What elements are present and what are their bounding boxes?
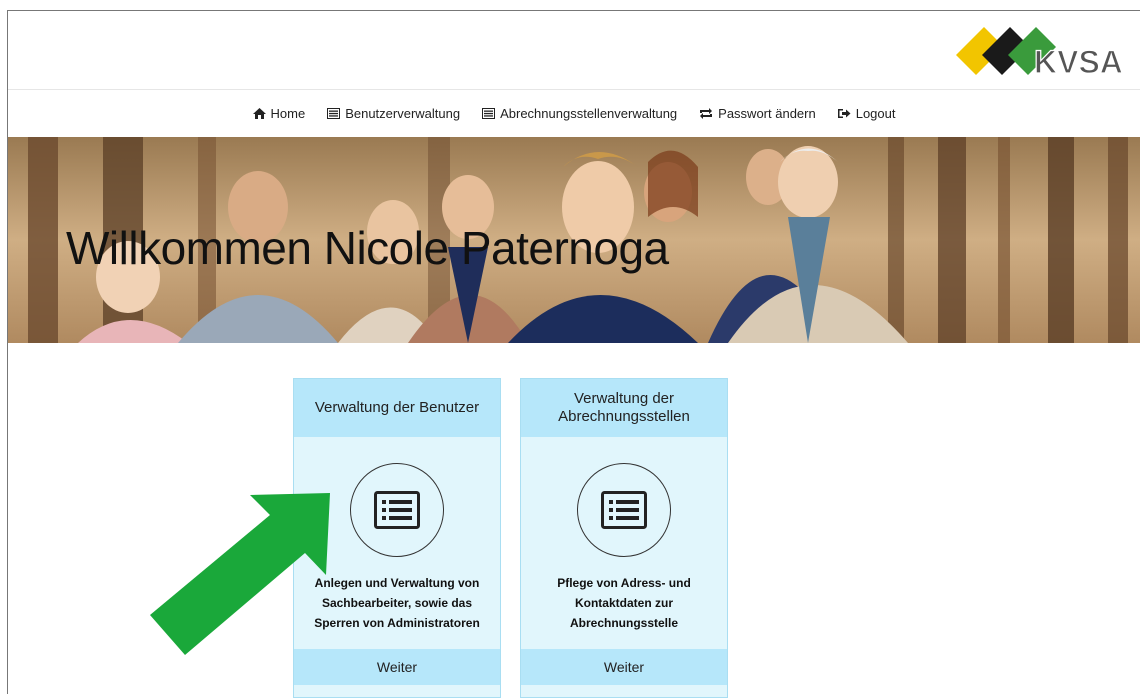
main-nav: Home Benutzerverwaltung Abrechnungsstell… bbox=[8, 89, 1140, 137]
green-arrow-icon bbox=[150, 493, 330, 655]
nav-benutzerverwaltung[interactable]: Benutzerverwaltung bbox=[327, 106, 460, 121]
header: KVSA bbox=[8, 11, 1140, 90]
card-abrechnungsstellen: Verwaltung der Abrechnungsstellen Pflege… bbox=[520, 378, 728, 698]
card-abrechnungsstellen-description: Pflege von Adress- und Kontaktdaten zur … bbox=[557, 576, 691, 630]
list-icon bbox=[482, 107, 496, 119]
nav-logout-label: Logout bbox=[855, 105, 896, 121]
card-benutzer-icon-circle[interactable] bbox=[350, 463, 444, 557]
card-abrechnungsstellen-weiter-button[interactable]: Weiter bbox=[521, 649, 727, 685]
nav-benutzerverwaltung-label: Benutzerverwaltung bbox=[345, 105, 461, 121]
card-abrechnungsstellen-title: Verwaltung der Abrechnungsstellen bbox=[521, 379, 727, 437]
nav-passwort-label: Passwort ändern bbox=[718, 105, 816, 121]
retweet-icon bbox=[700, 107, 713, 119]
kvsa-logo[interactable]: KVSA bbox=[954, 25, 1124, 81]
hero-banner: Willkommen Nicole Paternoga bbox=[8, 137, 1140, 343]
home-icon bbox=[252, 107, 266, 119]
list-icon bbox=[327, 107, 341, 119]
nav-abrechnungsstellenverwaltung[interactable]: Abrechnungsstellenverwaltung bbox=[482, 106, 677, 121]
nav-passwort-aendern[interactable]: Passwort ändern bbox=[699, 106, 816, 121]
nav-home[interactable]: Home bbox=[252, 105, 306, 121]
list-alt-icon bbox=[374, 491, 420, 529]
list-alt-icon bbox=[601, 491, 647, 529]
nav-home-label: Home bbox=[270, 105, 306, 121]
nav-logout[interactable]: Logout bbox=[837, 105, 896, 121]
card-benutzer-title: Verwaltung der Benutzer bbox=[294, 379, 500, 437]
welcome-title: Willkommen Nicole Paternoga bbox=[66, 222, 669, 274]
card-abrechnungsstellen-icon-circle[interactable] bbox=[577, 463, 671, 557]
nav-abrechnungsstellenverwaltung-label: Abrechnungsstellenverwaltung bbox=[500, 105, 678, 121]
svg-text:KVSA: KVSA bbox=[1034, 44, 1123, 80]
logout-icon bbox=[837, 108, 851, 118]
